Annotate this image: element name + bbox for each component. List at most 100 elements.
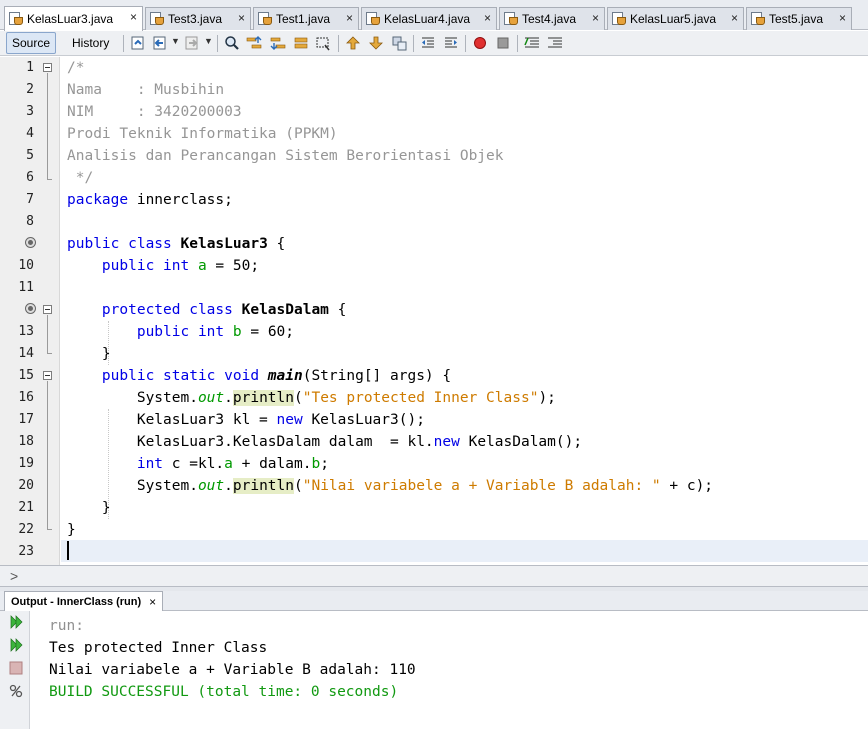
fold-guide-line: [47, 73, 48, 179]
close-icon[interactable]: ×: [346, 11, 353, 25]
toggle-highlight-icon[interactable]: [315, 35, 331, 51]
tab-test5[interactable]: Test5.java ×: [746, 7, 852, 30]
close-icon[interactable]: ×: [839, 11, 846, 25]
stop-icon[interactable]: [9, 661, 23, 675]
line-number: 18: [18, 434, 34, 449]
stop-macro-icon[interactable]: [495, 35, 511, 51]
toolbar-separator: [123, 35, 124, 52]
close-icon[interactable]: ×: [484, 11, 491, 25]
back-icon[interactable]: [152, 35, 168, 51]
output-toolbar: [0, 611, 30, 729]
line-number: 13: [18, 324, 34, 339]
find-previous-icon[interactable]: [246, 35, 262, 51]
java-file-icon: [504, 12, 518, 26]
shift-right-icon[interactable]: [443, 35, 459, 51]
code-comment: Analisis dan Perancangan Sistem Berorien…: [67, 148, 504, 164]
java-file-icon: [258, 12, 272, 26]
code-comment: Nama : Musbihin: [67, 82, 225, 98]
tab-output[interactable]: Output - InnerClass (run) ×: [4, 591, 164, 611]
output-panel[interactable]: run: Tes protected Inner Class Nilai var…: [0, 611, 868, 729]
tab-test4[interactable]: Test4.java ×: [499, 7, 605, 30]
next-bookmark-icon[interactable]: [368, 35, 384, 51]
toolbar-separator: [465, 35, 466, 52]
line-number: 1: [26, 60, 34, 75]
previous-bookmark-icon[interactable]: [345, 35, 361, 51]
close-icon[interactable]: ×: [731, 11, 738, 25]
fold-guide-line: [47, 315, 48, 353]
output-line: run:: [49, 618, 84, 634]
line-number: 14: [18, 346, 34, 361]
tab-kelasluar5[interactable]: KelasLuar5.java ×: [607, 7, 744, 30]
line-number: 11: [18, 280, 34, 295]
text-caret: [67, 541, 69, 560]
line-number: 22: [18, 522, 34, 537]
line-number: 19: [18, 456, 34, 471]
code-comment: NIM : 3420200003: [67, 104, 242, 120]
find-next-icon[interactable]: [270, 35, 286, 51]
history-button[interactable]: History: [66, 32, 115, 54]
tab-kelasluar4[interactable]: KelasLuar4.java ×: [361, 7, 497, 30]
code-line-10: public int a = 50;: [101, 258, 260, 274]
tab-kelasluar3[interactable]: KelasLuar3.java ×: [4, 6, 143, 31]
code-line-2: Nama : Musbihin: [67, 79, 224, 101]
toolbar-separator: [338, 35, 339, 52]
chevron-right-icon[interactable]: >: [10, 568, 18, 584]
output-line: BUILD SUCCESSFUL (total time: 0 seconds): [49, 684, 399, 700]
comment-icon[interactable]: [524, 35, 540, 51]
fold-guide-line: [47, 381, 48, 529]
code-line-12: protected class KelasDalam {: [101, 302, 347, 318]
toolbar-separator: [413, 35, 414, 52]
rerun-with-params-icon[interactable]: [9, 638, 23, 652]
close-icon[interactable]: ×: [592, 11, 599, 25]
line-number: 5: [26, 148, 34, 163]
rerun-icon[interactable]: [9, 615, 23, 629]
find-icon[interactable]: [224, 35, 240, 51]
java-file-icon: [9, 12, 23, 26]
code-line-7: package innerclass;: [67, 192, 233, 208]
close-icon[interactable]: ×: [149, 595, 156, 609]
output-tab-label: Output - InnerClass (run): [11, 595, 142, 608]
tab-test1[interactable]: Test1.java ×: [253, 7, 359, 30]
toolbar-separator: [517, 35, 518, 52]
code-comment: */: [67, 170, 94, 186]
code-line-16: System.out.println("Tes protected Inner …: [67, 390, 556, 406]
chevron-down-icon[interactable]: ▼: [171, 36, 180, 46]
toggle-bookmark-icon[interactable]: [391, 35, 407, 51]
close-icon[interactable]: ×: [238, 11, 245, 25]
tab-label: KelasLuar3.java: [27, 12, 114, 26]
start-macro-icon[interactable]: [472, 35, 488, 51]
code-comment: /*: [67, 60, 85, 76]
source-button[interactable]: Source: [6, 32, 57, 54]
line-number: 17: [18, 412, 34, 427]
last-edit-icon[interactable]: [130, 35, 146, 51]
forward-icon[interactable]: [184, 35, 200, 51]
code-line-4: Prodi Teknik Informatika (PPKM): [67, 123, 338, 145]
code-editor[interactable]: 1 2 3 4 5 6 7 8 10 11 13 14 15 16 17 18 …: [0, 57, 868, 565]
java-file-icon: [150, 12, 164, 26]
shift-left-icon[interactable]: [420, 35, 436, 51]
code-line-9: public class KelasLuar3 {: [67, 236, 286, 252]
line-number: 15: [18, 368, 34, 383]
uncomment-icon[interactable]: [547, 35, 563, 51]
find-selection-icon[interactable]: [293, 35, 309, 51]
code-line-15: public static void main(String[] args) {: [101, 368, 452, 384]
chevron-down-icon[interactable]: ▼: [204, 36, 213, 46]
implements-override-icon[interactable]: [25, 237, 36, 248]
tab-label: Test5.java: [769, 12, 824, 26]
code-line-21: }: [67, 500, 111, 516]
code-line-3: NIM : 3420200003: [67, 101, 242, 123]
fold-collapse-icon[interactable]: [43, 371, 52, 380]
code-line-1: /*: [67, 57, 84, 79]
fold-collapse-icon[interactable]: [43, 305, 52, 314]
settings-icon[interactable]: [9, 684, 23, 698]
tab-label: Test4.java: [522, 12, 577, 26]
tab-label: Test1.java: [276, 12, 331, 26]
tab-label: Test3.java: [168, 12, 223, 26]
implements-override-icon[interactable]: [25, 303, 36, 314]
fold-collapse-icon[interactable]: [43, 63, 52, 72]
tab-test3[interactable]: Test3.java ×: [145, 7, 251, 30]
navigation-strip: >: [0, 565, 868, 587]
code-line-22: }: [67, 522, 76, 538]
output-tab-bar: Output - InnerClass (run) ×: [0, 591, 868, 611]
close-icon[interactable]: ×: [130, 10, 137, 24]
